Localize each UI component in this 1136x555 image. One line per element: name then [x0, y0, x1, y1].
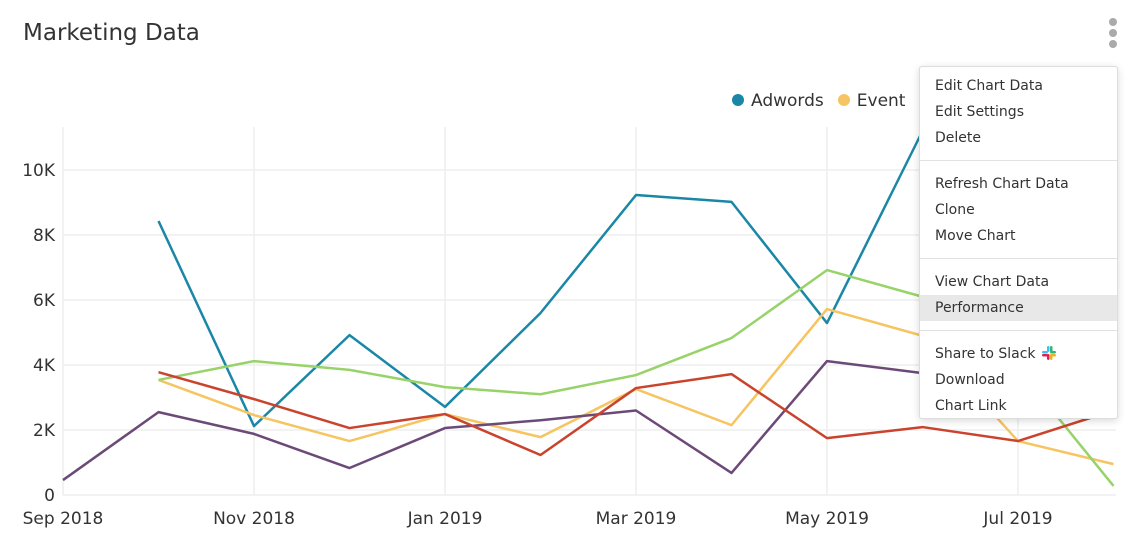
x-tick-label: Jul 2019 — [982, 509, 1052, 529]
menu-item-label: Edit Settings — [935, 104, 1024, 120]
x-tick-label: Nov 2018 — [213, 509, 295, 529]
y-tick-label: 0 — [44, 486, 55, 506]
legend-item[interactable]: Adwords — [732, 91, 824, 111]
x-tick-label: Mar 2019 — [596, 509, 677, 529]
menu-item-label: Clone — [935, 202, 975, 218]
menu-item-label: Share to Slack — [935, 346, 1036, 362]
series-line-series-3 — [62, 359, 923, 482]
legend-label: Adwords — [751, 91, 824, 111]
menu-item-label: Chart Link — [935, 398, 1007, 414]
menu-item-view-chart-data[interactable]: View Chart Data — [920, 269, 1117, 295]
chart-options-menu: Edit Chart Data Edit Settings Delete Refres… — [919, 66, 1118, 419]
chart-title: Marketing Data — [23, 20, 200, 46]
menu-divider — [920, 258, 1117, 259]
x-tick-label: May 2019 — [785, 509, 869, 529]
x-tick-label: Sep 2018 — [23, 509, 104, 529]
menu-item-delete[interactable]: Delete — [920, 125, 1117, 151]
menu-item-performance[interactable]: Performance — [920, 295, 1117, 321]
menu-item-chart-link[interactable]: Chart Link — [920, 393, 1117, 419]
y-tick-label: 4K — [33, 356, 56, 376]
y-tick-label: 2K — [33, 421, 56, 441]
more-options-icon[interactable] — [1106, 18, 1120, 52]
menu-item-label: Move Chart — [935, 228, 1016, 244]
y-tick-label: 10K — [22, 161, 56, 181]
y-tick-label: 8K — [33, 226, 56, 246]
menu-item-label: Performance — [935, 300, 1024, 316]
menu-item-label: Refresh Chart Data — [935, 176, 1069, 192]
legend-dot-icon — [732, 94, 744, 106]
menu-item-refresh-chart-data[interactable]: Refresh Chart Data — [920, 171, 1117, 197]
menu-item-share-to-slack[interactable]: Share to Slack — [920, 341, 1117, 367]
menu-item-label: Download — [935, 372, 1005, 388]
legend-dot-icon — [837, 94, 850, 106]
slack-icon — [1041, 346, 1056, 360]
menu-item-move-chart[interactable]: Move Chart — [920, 223, 1117, 249]
menu-item-download[interactable]: Download — [920, 367, 1117, 393]
menu-item-label: View Chart Data — [935, 274, 1050, 290]
x-tick-label: Jan 2019 — [407, 509, 483, 529]
menu-item-edit-settings[interactable]: Edit Settings — [920, 99, 1117, 125]
y-tick-label: 6K — [33, 291, 56, 311]
menu-divider — [920, 160, 1117, 161]
legend-label: Event — [856, 91, 906, 111]
menu-item-clone[interactable]: Clone — [920, 197, 1117, 223]
menu-divider — [920, 330, 1117, 331]
menu-item-edit-chart-data[interactable]: Edit Chart Data — [920, 73, 1117, 99]
menu-item-label: Delete — [935, 130, 981, 146]
legend-item[interactable]: Event — [837, 91, 906, 111]
menu-item-label: Edit Chart Data — [935, 78, 1043, 94]
